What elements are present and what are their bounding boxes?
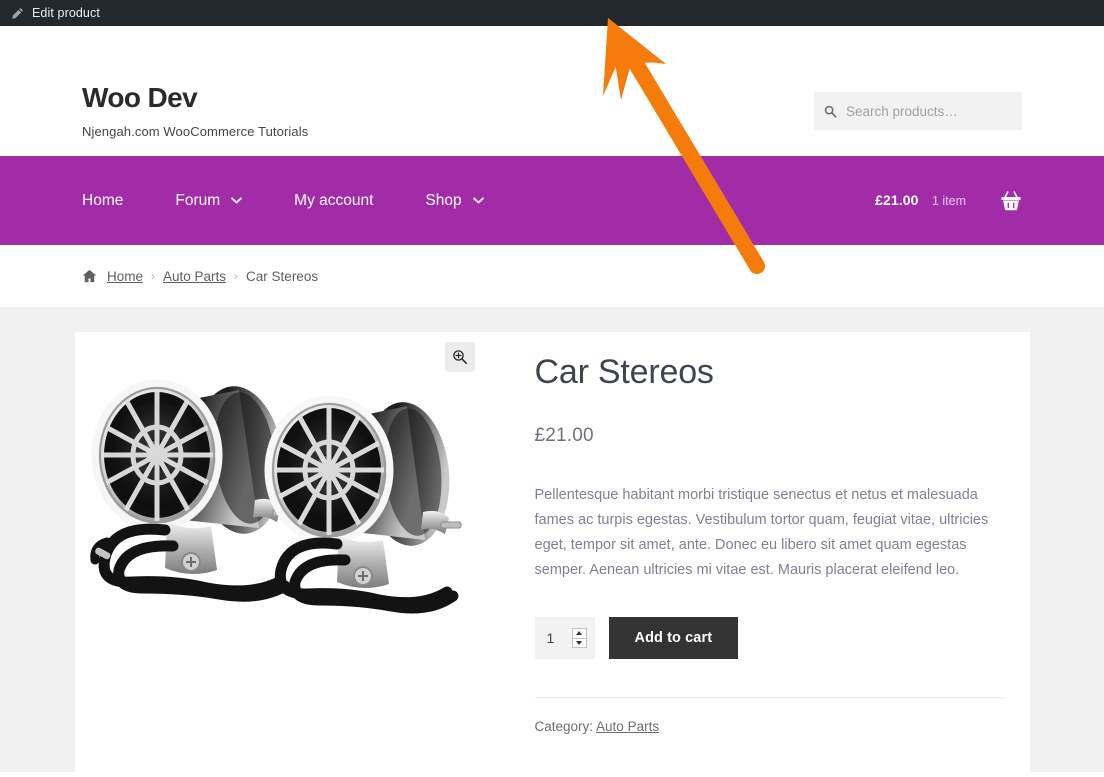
breadcrumb-current: Car Stereos	[246, 268, 319, 284]
site-header: Woo Dev Njengah.com WooCommerce Tutorial…	[0, 26, 1104, 156]
breadcrumb: Home › Auto Parts › Car Stereos	[72, 245, 1032, 307]
breadcrumb-link-auto-parts[interactable]: Auto Parts	[163, 269, 226, 284]
product-meta: Category: Auto Parts	[534, 697, 1005, 735]
breadcrumb-link-home[interactable]: Home	[107, 269, 143, 284]
search-input[interactable]	[846, 103, 1012, 119]
nav-item-shop[interactable]: Shop	[399, 192, 509, 210]
site-branding[interactable]: Woo Dev Njengah.com WooCommerce Tutorial…	[82, 82, 309, 140]
admin-bar-edit-product[interactable]: Edit product	[2, 0, 108, 26]
add-to-cart-button[interactable]: Add to cart	[608, 617, 739, 660]
product-summary: Car Stereos £21.00 Pellentesque habitant…	[487, 332, 1030, 772]
add-to-cart-form: Add to cart	[534, 617, 1005, 660]
nav-item-my-account[interactable]: My account	[268, 192, 399, 210]
product-card: Car Stereos £21.00 Pellentesque habitant…	[74, 332, 1030, 772]
quantity-increase-button[interactable]	[572, 629, 586, 639]
breadcrumb-bar: Home › Auto Parts › Car Stereos	[0, 245, 1104, 307]
shopping-basket-icon[interactable]	[1000, 190, 1022, 211]
quantity-input[interactable]	[546, 630, 569, 647]
magnifier-plus-icon	[452, 350, 467, 365]
quantity-spinner[interactable]	[571, 628, 587, 649]
nav-label: Forum	[175, 191, 221, 209]
product-title: Car Stereos	[534, 353, 714, 391]
triangle-down-icon	[576, 640, 582, 645]
product-price: £21.00	[534, 425, 594, 447]
category-link[interactable]: Auto Parts	[596, 719, 659, 734]
pencil-icon	[12, 7, 24, 19]
nav-label: Home	[82, 191, 124, 209]
category-label: Category:	[534, 719, 594, 735]
cart-total: £21.00	[875, 191, 919, 208]
content-background: Car Stereos £21.00 Pellentesque habitant…	[0, 307, 1104, 772]
product-image[interactable]	[74, 340, 487, 670]
site-tagline: Njengah.com WooCommerce Tutorials	[82, 124, 309, 139]
search-icon	[824, 105, 837, 118]
breadcrumb-separator: ›	[151, 269, 156, 283]
nav-label: My account	[294, 191, 374, 209]
quantity-stepper[interactable]	[534, 617, 595, 660]
cart-item-count: 1 item	[931, 193, 966, 208]
site-title: Woo Dev	[82, 82, 198, 113]
chevron-down-icon	[472, 197, 484, 204]
breadcrumb-separator: ›	[234, 269, 239, 283]
nav-item-home[interactable]: Home	[82, 192, 149, 210]
nav-label: Shop	[425, 191, 462, 209]
gallery-zoom-button[interactable]	[444, 342, 475, 372]
chevron-down-icon	[231, 197, 242, 204]
primary-navigation: Home Forum My account Shop £21.00 1 item	[0, 156, 1104, 245]
quantity-decrease-button[interactable]	[573, 639, 586, 648]
admin-bar-edit-label: Edit product	[32, 6, 100, 20]
cart-summary[interactable]: £21.00 1 item	[875, 156, 1022, 245]
house-icon[interactable]	[82, 269, 97, 283]
product-gallery	[74, 332, 487, 772]
product-description: Pellentesque habitant morbi tristique se…	[534, 487, 989, 579]
nav-item-forum[interactable]: Forum	[149, 192, 268, 210]
nav-list: Home Forum My account Shop	[82, 192, 510, 210]
triangle-up-icon	[576, 631, 582, 636]
product-search-box[interactable]	[814, 92, 1022, 130]
admin-bar: Edit product	[0, 0, 1104, 26]
